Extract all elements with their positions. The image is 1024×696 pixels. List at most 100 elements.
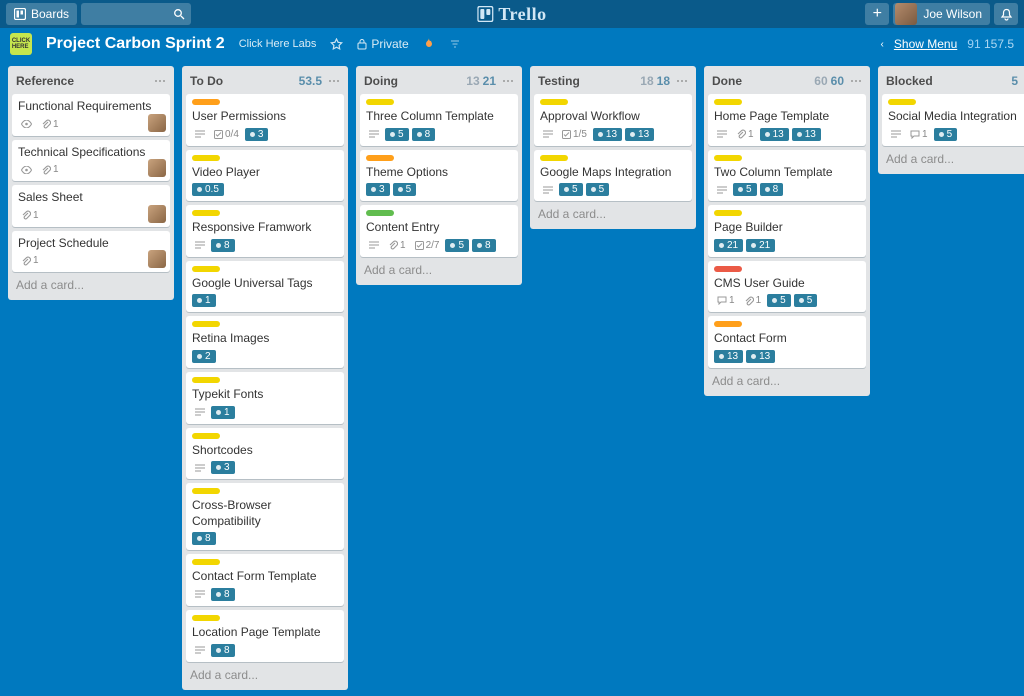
list-menu-button[interactable]: [850, 76, 862, 86]
list-menu-button[interactable]: [328, 76, 340, 86]
add-card-button[interactable]: Add a card...: [186, 662, 344, 686]
card-label: [714, 266, 742, 272]
list-menu-button[interactable]: [676, 76, 688, 86]
card[interactable]: CMS User Guide 1155: [708, 261, 866, 313]
search-input[interactable]: [81, 3, 191, 25]
card-badges: 58: [714, 183, 860, 196]
list-header[interactable]: Done 60 60: [708, 70, 866, 94]
card[interactable]: User Permissions 0/43: [186, 94, 344, 146]
checklist-badge: 0/4: [211, 128, 242, 141]
board-visibility[interactable]: Private: [357, 37, 408, 51]
app-logo[interactable]: Trello: [477, 4, 546, 25]
card-title: Video Player: [192, 165, 338, 181]
chevron-down-icon: [328, 76, 340, 86]
card-title: Sales Sheet: [18, 190, 164, 206]
list-header[interactable]: To Do 53.5: [186, 70, 344, 94]
card[interactable]: Content Entry 12/758: [360, 205, 518, 257]
card[interactable]: Google Maps Integration 55: [534, 150, 692, 202]
show-menu-button[interactable]: Show Menu: [894, 37, 957, 51]
card[interactable]: Contact Form Template 8: [186, 554, 344, 606]
card-badges: 2: [192, 350, 338, 363]
star-icon[interactable]: [330, 38, 343, 51]
card-badges: 1: [18, 254, 164, 267]
points-badge: 21: [746, 239, 775, 252]
card[interactable]: Shortcodes 3: [186, 428, 344, 480]
points-badge: 21: [714, 239, 743, 252]
card-badges: 58: [366, 128, 512, 141]
card[interactable]: Approval Workflow 1/51313: [534, 94, 692, 146]
card[interactable]: Video Player 0.5: [186, 150, 344, 202]
boards-label: Boards: [31, 7, 69, 21]
card-badges: 0/43: [192, 128, 338, 141]
card[interactable]: Technical Specifications 1: [12, 140, 170, 182]
card-label: [192, 266, 220, 272]
member-avatar[interactable]: [148, 205, 166, 223]
list-header[interactable]: Doing 13 21: [360, 70, 518, 94]
card[interactable]: Sales Sheet 1: [12, 185, 170, 227]
attachment-badge: 1: [385, 239, 409, 252]
card-badges: 1: [18, 163, 164, 176]
card[interactable]: Google Universal Tags 1: [186, 261, 344, 313]
add-button[interactable]: +: [865, 3, 889, 25]
card-label: [540, 155, 568, 161]
add-card-button[interactable]: Add a card...: [534, 201, 692, 225]
card[interactable]: Social Media Integration 15: [882, 94, 1024, 146]
card[interactable]: Two Column Template 58: [708, 150, 866, 202]
card-badges: 0.5: [192, 183, 338, 196]
list-header[interactable]: Reference: [12, 70, 170, 94]
add-card-button[interactable]: Add a card...: [708, 368, 866, 392]
filter-icon[interactable]: [449, 38, 461, 50]
card[interactable]: Three Column Template 58: [360, 94, 518, 146]
list-menu-button[interactable]: [154, 76, 166, 86]
add-card-button[interactable]: Add a card...: [12, 272, 170, 296]
list: Doing 13 21 Three Column Template 58 The…: [356, 66, 522, 285]
card-label: [192, 99, 220, 105]
add-card-button[interactable]: Add a card...: [360, 257, 518, 281]
card-title: Responsive Framwork: [192, 220, 338, 236]
member-avatar[interactable]: [148, 250, 166, 268]
card[interactable]: Page Builder 2121: [708, 205, 866, 257]
points-badge: 8: [760, 183, 784, 196]
user-avatar: [895, 3, 917, 25]
card-badges: 2121: [714, 239, 860, 252]
card[interactable]: Theme Options 35: [360, 150, 518, 202]
fire-icon[interactable]: [423, 37, 435, 51]
board-org-logo[interactable]: CLICKHERE: [10, 33, 32, 55]
description-icon: [192, 589, 208, 599]
card[interactable]: Project Schedule 1: [12, 231, 170, 273]
list-menu-button[interactable]: [502, 76, 514, 86]
card[interactable]: Retina Images 2: [186, 316, 344, 368]
card[interactable]: Contact Form 1313: [708, 316, 866, 368]
points-badge: 8: [211, 239, 235, 252]
points-badge: 13: [760, 128, 789, 141]
card-title: Approval Workflow: [540, 109, 686, 125]
list: Blocked 5 Social Media Integration 15 Ad…: [878, 66, 1024, 174]
board-org-name[interactable]: Click Here Labs: [239, 38, 317, 50]
board-title[interactable]: Project Carbon Sprint 2: [46, 35, 225, 53]
card-badges: 8: [192, 644, 338, 657]
member-avatar[interactable]: [148, 159, 166, 177]
card-badges: 8: [192, 588, 338, 601]
card[interactable]: Functional Requirements 1: [12, 94, 170, 136]
card[interactable]: Responsive Framwork 8: [186, 205, 344, 257]
checklist-badge: 2/7: [412, 239, 443, 252]
member-avatar[interactable]: [148, 114, 166, 132]
notifications-button[interactable]: [994, 3, 1018, 25]
list-header[interactable]: Blocked 5: [882, 70, 1024, 94]
card[interactable]: Typekit Fonts 1: [186, 372, 344, 424]
list-header[interactable]: Testing 18 18: [534, 70, 692, 94]
boards-button[interactable]: Boards: [6, 3, 77, 25]
card[interactable]: Location Page Template 8: [186, 610, 344, 662]
card-badges: 1: [192, 406, 338, 419]
card-title: CMS User Guide: [714, 276, 860, 292]
list: Reference Functional Requirements 1 Tech…: [8, 66, 174, 300]
user-menu-button[interactable]: Joe Wilson: [893, 3, 990, 25]
card-label: [192, 321, 220, 327]
card[interactable]: Cross-Browser Compatibility 8: [186, 483, 344, 550]
attachment-badge: 1: [741, 294, 765, 307]
description-icon: [192, 407, 208, 417]
points-badge: 13: [625, 128, 654, 141]
header-right: + Joe Wilson: [865, 3, 1018, 25]
add-card-button[interactable]: Add a card...: [882, 146, 1024, 170]
card[interactable]: Home Page Template 11313: [708, 94, 866, 146]
